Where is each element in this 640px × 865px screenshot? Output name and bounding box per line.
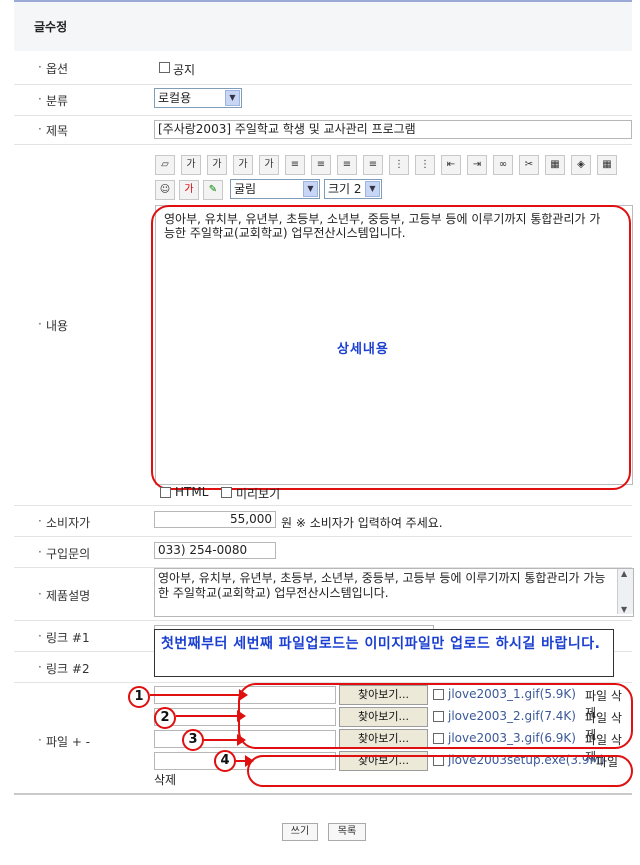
- preview-checkbox[interactable]: [221, 487, 232, 498]
- underline-icon[interactable]: 가: [233, 155, 253, 175]
- font-color-icon[interactable]: 가: [179, 180, 199, 200]
- link-icon[interactable]: ∞: [493, 155, 513, 175]
- html-checkbox[interactable]: [160, 487, 171, 498]
- category-select[interactable]: 로컬용 ▼: [154, 88, 242, 108]
- annotation-arrow-4: [236, 755, 254, 767]
- description-text: 영아부, 유치부, 유년부, 초등부, 소년부, 중등부, 고등부 등에 이루기…: [158, 571, 606, 600]
- highlight-color-icon[interactable]: ✎: [203, 180, 223, 200]
- file4-delete-wrap: 삭제: [154, 773, 177, 787]
- page-title: 글수정: [34, 20, 68, 34]
- annotation-arrow-2: [176, 710, 246, 722]
- editor-toolbar: ▱ 가 가 가 가 ≡ ≡ ≡ ≡ ⋮ ⋮ ⇤ ⇥ ∞ ✂ ▦ ◈ ▦: [155, 153, 631, 177]
- outdent-icon[interactable]: ⇤: [441, 155, 461, 175]
- category-label: 분류: [38, 92, 68, 109]
- chevron-down-icon: ▼: [365, 181, 380, 197]
- description-textarea[interactable]: 영아부, 유치부, 유년부, 초등부, 소년부, 중등부, 고등부 등에 이루기…: [154, 568, 634, 617]
- price-note: 원 ※ 소비자가 입력하여 주세요.: [281, 516, 443, 530]
- chevron-down-icon: ▼: [303, 181, 318, 197]
- upload-notice-box: 첫번째부터 세번째 파일업로드는 이미지파일만 업로드 하시길 바랍니다.: [154, 629, 614, 677]
- inquiry-input[interactable]: 033) 254-0080: [154, 542, 276, 559]
- html-label: HTML: [175, 485, 209, 499]
- inquiry-row: 구입문의 033) 254-0080: [14, 537, 632, 568]
- preview-label: 미리보기: [236, 487, 281, 501]
- write-button[interactable]: 쓰기: [282, 823, 318, 841]
- option-row: 옵션 공지: [14, 51, 632, 85]
- price-label: 소비자가: [38, 514, 90, 531]
- link1-label: 링크 #1: [38, 629, 90, 646]
- annotation-number-4: 4: [214, 750, 236, 772]
- media-icon[interactable]: ◈: [571, 155, 591, 175]
- bold-icon[interactable]: 가: [181, 155, 201, 175]
- unlink-icon[interactable]: ✂: [519, 155, 539, 175]
- description-scrollbar[interactable]: ▲ ▼: [617, 569, 633, 614]
- annotation-content-outline: [151, 205, 631, 490]
- editor-toolbar-row2: ☺ 가 ✎ 굴림 ▼ 크기 2 ▼: [155, 179, 415, 201]
- price-input[interactable]: 55,000: [154, 511, 276, 528]
- unordered-list-icon[interactable]: ⋮: [415, 155, 435, 175]
- description-label: 제품설명: [38, 587, 90, 604]
- option-label: 옵션: [38, 60, 68, 77]
- notice-label: 공지: [173, 63, 196, 77]
- link2-label: 링크 #2: [38, 660, 90, 677]
- subject-label: 제목: [38, 122, 68, 139]
- subject-input[interactable]: [주사랑2003] 주일학교 학생 및 교사관리 프로그램: [154, 120, 632, 139]
- content-row: 내용 ▱가가가가≡≡≡≡⋮⋮⇤⇥∞✂▦◈▦ ☺ 가 ✎ 굴림 ▼ 크기 2 ▼ …: [14, 145, 633, 506]
- price-row: 소비자가 55,000 원 ※ 소비자가 입력하여 주세요.: [14, 506, 632, 537]
- annotation-images-outline: [238, 683, 633, 749]
- font-size-select[interactable]: 크기 2 ▼: [324, 179, 382, 199]
- list-button[interactable]: 목록: [328, 823, 366, 841]
- italic-icon[interactable]: 가: [207, 155, 227, 175]
- emoticon-icon[interactable]: ☺: [155, 180, 175, 200]
- annotation-arrow-1: [150, 689, 248, 701]
- font-family-value: 굴림: [234, 182, 257, 196]
- content-label: 내용: [38, 317, 68, 334]
- strike-icon[interactable]: 가: [259, 155, 279, 175]
- scroll-up-icon[interactable]: ▲: [621, 569, 627, 578]
- image-icon[interactable]: ▦: [545, 155, 565, 175]
- annotation-number-2: 2: [154, 707, 176, 729]
- chevron-down-icon: ▼: [225, 90, 240, 106]
- annotation-number-3: 3: [182, 729, 204, 751]
- eraser-icon[interactable]: ▱: [155, 155, 175, 175]
- scroll-down-icon[interactable]: ▼: [621, 605, 627, 614]
- align-right-icon[interactable]: ≡: [337, 155, 357, 175]
- font-family-select[interactable]: 굴림 ▼: [230, 179, 320, 199]
- indent-icon[interactable]: ⇥: [467, 155, 487, 175]
- category-row: 분류 로컬용 ▼: [14, 85, 632, 116]
- subject-row: 제목 [주사랑2003] 주일학교 학생 및 교사관리 프로그램: [14, 116, 632, 145]
- annotation-number-1: 1: [128, 686, 150, 708]
- category-select-value: 로컬용: [158, 91, 192, 105]
- files-label: 파일 + -: [38, 733, 90, 750]
- annotation-arrow-3: [204, 734, 246, 746]
- inquiry-label: 구입문의: [38, 545, 90, 562]
- title-bar: 글수정: [14, 2, 632, 51]
- notice-checkbox[interactable]: [159, 62, 170, 73]
- ordered-list-icon[interactable]: ⋮: [389, 155, 409, 175]
- annotation-setup-outline: [247, 755, 633, 787]
- description-row: 제품설명 영아부, 유치부, 유년부, 초등부, 소년부, 중등부, 고등부 등…: [14, 568, 634, 621]
- align-justify-icon[interactable]: ≡: [363, 155, 383, 175]
- table-icon[interactable]: ▦: [597, 155, 617, 175]
- align-left-icon[interactable]: ≡: [285, 155, 305, 175]
- align-center-icon[interactable]: ≡: [311, 155, 331, 175]
- font-size-value: 크기 2: [328, 182, 362, 196]
